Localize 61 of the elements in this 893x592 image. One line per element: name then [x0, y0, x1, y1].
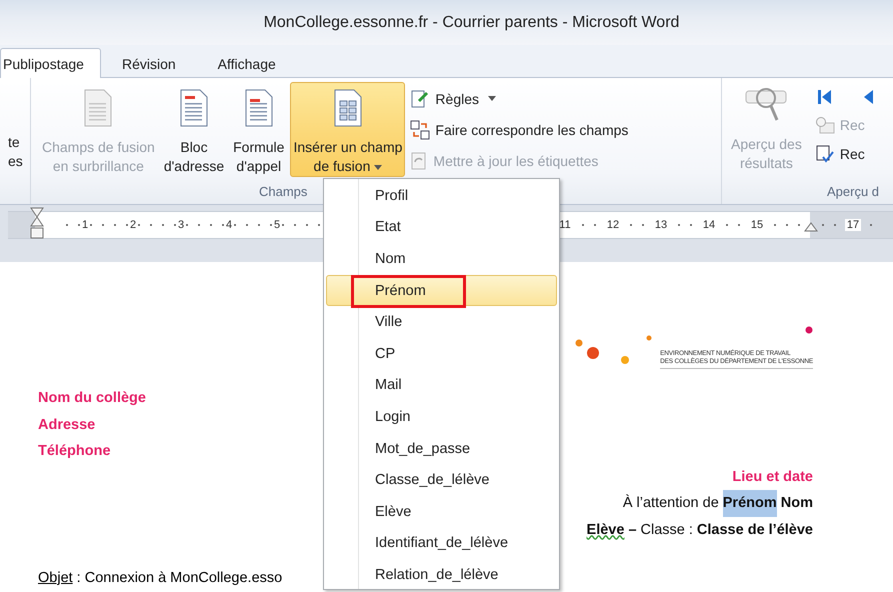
ribbon-tab[interactable]: Révision	[100, 48, 197, 78]
magnifier-icon	[814, 116, 835, 134]
menu-item[interactable]: Prénom	[326, 274, 557, 306]
menu-item[interactable]: CP	[326, 338, 557, 370]
menu-item[interactable]: Login	[326, 401, 557, 433]
menu-item[interactable]: Ville	[326, 306, 557, 338]
ruler-number: 2	[128, 219, 138, 231]
document-icon	[83, 89, 114, 127]
ribbon-button[interactable]: Rec	[812, 140, 877, 167]
menu-item[interactable]: Mail	[326, 370, 557, 402]
group-label: Aperçu d	[826, 183, 880, 201]
merge-field: Classe de l’élève	[696, 516, 813, 543]
subject-label: Objet	[38, 570, 73, 586]
menu-item[interactable]: Nom	[326, 243, 557, 275]
dash-text: –	[628, 520, 637, 540]
ribbon-button[interactable]: Règles	[408, 85, 630, 112]
place-date: Lieu et date	[732, 468, 813, 486]
document-icon	[178, 89, 209, 127]
document-wand-icon	[410, 88, 430, 108]
ribbon-button[interactable]: Formule d'appel	[230, 82, 288, 177]
menu-item[interactable]: Profil	[326, 180, 557, 212]
address-line: Adresse	[38, 416, 96, 434]
window-title: MonCollege.essonne.fr - Courrier parents - Microsoft Word	[264, 14, 680, 32]
ruler-number: 4	[224, 219, 234, 231]
merge-field: Prénom	[722, 490, 777, 516]
menu-item[interactable]: Classe_de_lélève	[326, 464, 557, 496]
ruler-number: 1	[80, 219, 90, 231]
document-icon	[244, 89, 274, 127]
ruler-number: 12	[604, 219, 622, 231]
document-check-icon	[814, 144, 835, 162]
ruler-number: 17	[844, 219, 862, 231]
menu-item[interactable]: Elève	[326, 496, 557, 528]
ruler-number: 5	[272, 219, 282, 231]
merge-field: Elève	[586, 516, 624, 543]
merge-field: Nom	[780, 490, 813, 516]
swap-fields-icon	[410, 120, 430, 140]
ruler-number: 13	[652, 219, 670, 231]
ruler-number: 14	[700, 219, 718, 231]
subject-text: : Connexion à MonCollege.esso	[76, 570, 282, 586]
indent-marker-icon[interactable]	[804, 222, 818, 232]
menu-item[interactable]: Relation_de_lélève	[326, 559, 557, 591]
button-label[interactable]: te	[8, 133, 30, 152]
ribbon-button[interactable]: Insérer un champ de fusion	[290, 82, 406, 177]
ribbon-tab[interactable]: Publipostage	[0, 48, 101, 78]
indent-marker-icon[interactable]	[30, 207, 44, 241]
button-label[interactable]: es	[8, 152, 30, 171]
menu-item[interactable]: Identifiant_de_lélève	[326, 528, 557, 560]
menu-item[interactable]: Etat	[326, 212, 557, 244]
refresh-icon	[410, 152, 428, 170]
ribbon-button[interactable]: Bloc d'adresse	[160, 82, 228, 177]
address-line: Téléphone	[38, 442, 111, 461]
menu-item[interactable]: Mot_de_passe	[326, 432, 557, 464]
ribbon-tab[interactable]: Affichage	[196, 48, 297, 78]
class-label: Classe :	[640, 520, 693, 540]
ribbon-button[interactable]: Faire correspondre les champs	[408, 116, 630, 143]
ruler-number: 3	[176, 219, 186, 231]
group-label: Champs	[258, 183, 308, 201]
address-line: Nom du collège	[38, 389, 146, 408]
attention-text: À l’attention de	[622, 493, 719, 513]
ruler-number: 15	[748, 219, 766, 231]
document-grid-icon	[332, 89, 363, 127]
